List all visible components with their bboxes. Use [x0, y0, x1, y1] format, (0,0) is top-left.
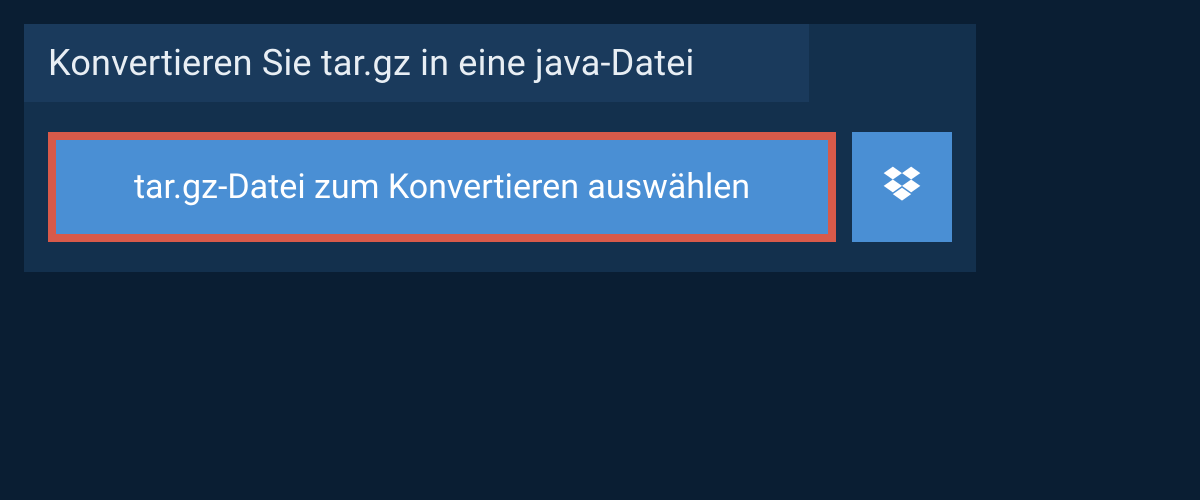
select-file-button[interactable]: tar.gz-Datei zum Konvertieren auswählen — [48, 132, 836, 242]
header-bar: Konvertieren Sie tar.gz in eine java-Dat… — [24, 24, 809, 102]
converter-panel: Konvertieren Sie tar.gz in eine java-Dat… — [24, 24, 976, 272]
page-title: Konvertieren Sie tar.gz in eine java-Dat… — [48, 42, 785, 84]
upload-area: tar.gz-Datei zum Konvertieren auswählen — [24, 102, 976, 272]
dropbox-icon — [880, 163, 924, 211]
select-file-label: tar.gz-Datei zum Konvertieren auswählen — [134, 167, 750, 207]
dropbox-button[interactable] — [852, 132, 952, 242]
